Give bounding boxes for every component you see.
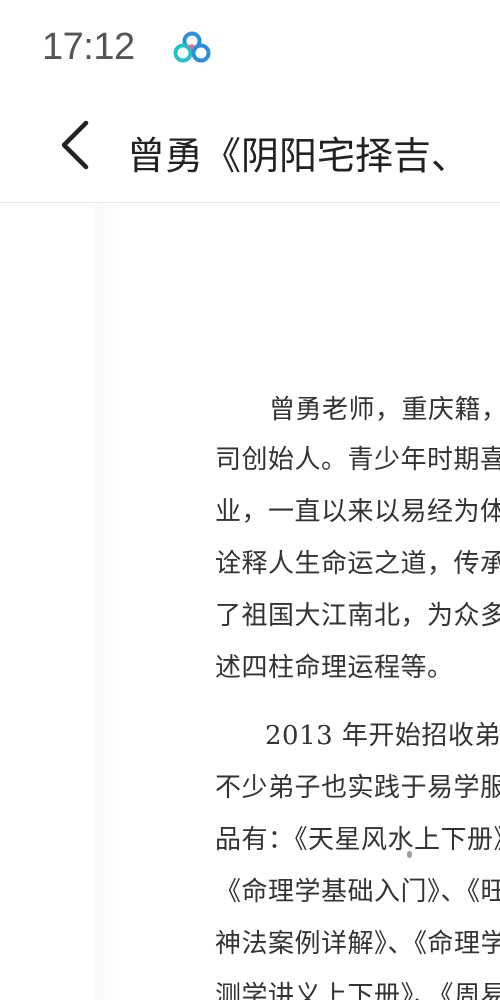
chevron-left-icon	[56, 119, 96, 175]
doc-line: 测学讲义上下册》、《周易	[215, 981, 500, 1000]
doc-line: 不少弟子也实践于易学服	[215, 773, 500, 803]
doc-line: 品有：《天星风水上下册》	[215, 825, 500, 855]
status-time: 17:12	[42, 26, 135, 68]
status-bar: 17:12	[0, 0, 500, 95]
doc-line: 了祖国大江南北，为众多	[215, 601, 500, 631]
doc-line: 《命理学基础入门》、《旺	[215, 877, 500, 907]
doc-line: 述四柱命理运程等。	[215, 653, 454, 683]
back-button[interactable]	[44, 115, 108, 179]
doc-line: 司创始人。青少年时期喜	[215, 445, 500, 475]
doc-line: 2013 年开始招收弟子	[265, 721, 500, 751]
document-viewer[interactable]: 曾勇老师，重庆籍， 司创始人。青少年时期喜 业，一直以来以易经为体 诠释人生命运…	[0, 203, 500, 1000]
page-title: 曾勇《阴阳宅择吉、	[127, 134, 470, 178]
doc-line: 曾勇老师，重庆籍，	[269, 395, 500, 425]
scan-speck	[407, 851, 412, 858]
document-page: 曾勇老师，重庆籍， 司创始人。青少年时期喜 业，一直以来以易经为体 诠释人生命运…	[95, 203, 500, 1000]
doc-line: 神法案例详解》、《命理学	[215, 929, 500, 959]
cloud-rings-icon	[172, 30, 212, 64]
doc-line: 诠释人生命运之道，传承	[215, 549, 500, 579]
doc-line: 业，一直以来以易经为体	[215, 497, 500, 527]
header: 曾勇《阴阳宅择吉、	[0, 95, 500, 203]
